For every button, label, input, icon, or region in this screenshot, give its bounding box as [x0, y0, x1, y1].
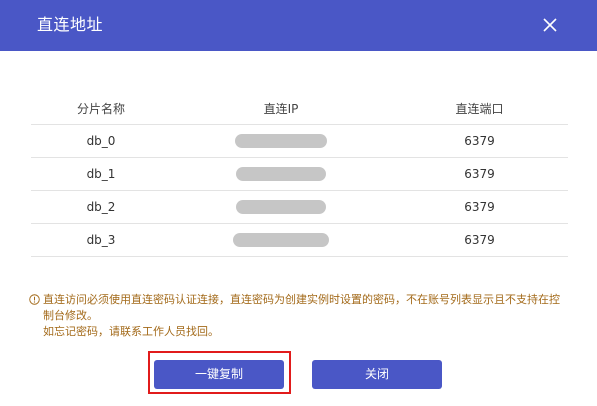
- notice-line-2: 如忘记密码，请联系工作人员找回。: [43, 325, 219, 338]
- redacted-ip-mask: [235, 134, 327, 149]
- copy-all-button[interactable]: 一键复制: [154, 360, 284, 389]
- table-row: db_2 6379: [31, 190, 568, 224]
- close-icon[interactable]: [541, 16, 559, 34]
- shard-name: db_1: [31, 157, 171, 191]
- redacted-ip-mask: [236, 167, 326, 182]
- direct-port: 6379: [391, 223, 568, 257]
- direct-ip: [171, 190, 391, 224]
- close-button[interactable]: 关闭: [312, 360, 442, 389]
- shard-name: db_2: [31, 190, 171, 224]
- redacted-ip-mask: [233, 233, 329, 248]
- password-notice: 直连访问必须使用直连密码认证连接，直连密码为创建实例时设置的密码，不在账号列表显…: [29, 292, 569, 340]
- direct-address-dialog: 直连地址 分片名称 直连IP 直连端口 db_0 6379 db_1 6379 …: [0, 0, 597, 406]
- dialog-title: 直连地址: [37, 15, 104, 34]
- info-circle-icon: [29, 294, 40, 305]
- direct-port: 6379: [391, 190, 568, 224]
- header-direct-port: 直连端口: [391, 92, 568, 125]
- direct-ip: [171, 157, 391, 191]
- direct-port: 6379: [391, 124, 568, 158]
- notice-line-1: 直连访问必须使用直连密码认证连接，直连密码为创建实例时设置的密码，不在账号列表显…: [43, 293, 560, 322]
- header-direct-ip: 直连IP: [171, 92, 391, 125]
- table-row: db_1 6379: [31, 157, 568, 191]
- table-header-row: 分片名称 直连IP 直连端口: [31, 92, 568, 125]
- address-table: 分片名称 直连IP 直连端口 db_0 6379 db_1 6379 db_2 …: [31, 92, 568, 257]
- direct-ip: [171, 223, 391, 257]
- direct-port: 6379: [391, 157, 568, 191]
- table-row: db_0 6379: [31, 124, 568, 158]
- table-row: db_3 6379: [31, 223, 568, 257]
- header-shard-name: 分片名称: [31, 92, 171, 125]
- dialog-header: 直连地址: [0, 0, 597, 51]
- shard-name: db_0: [31, 124, 171, 158]
- redacted-ip-mask: [236, 200, 326, 215]
- shard-name: db_3: [31, 223, 171, 257]
- direct-ip: [171, 124, 391, 158]
